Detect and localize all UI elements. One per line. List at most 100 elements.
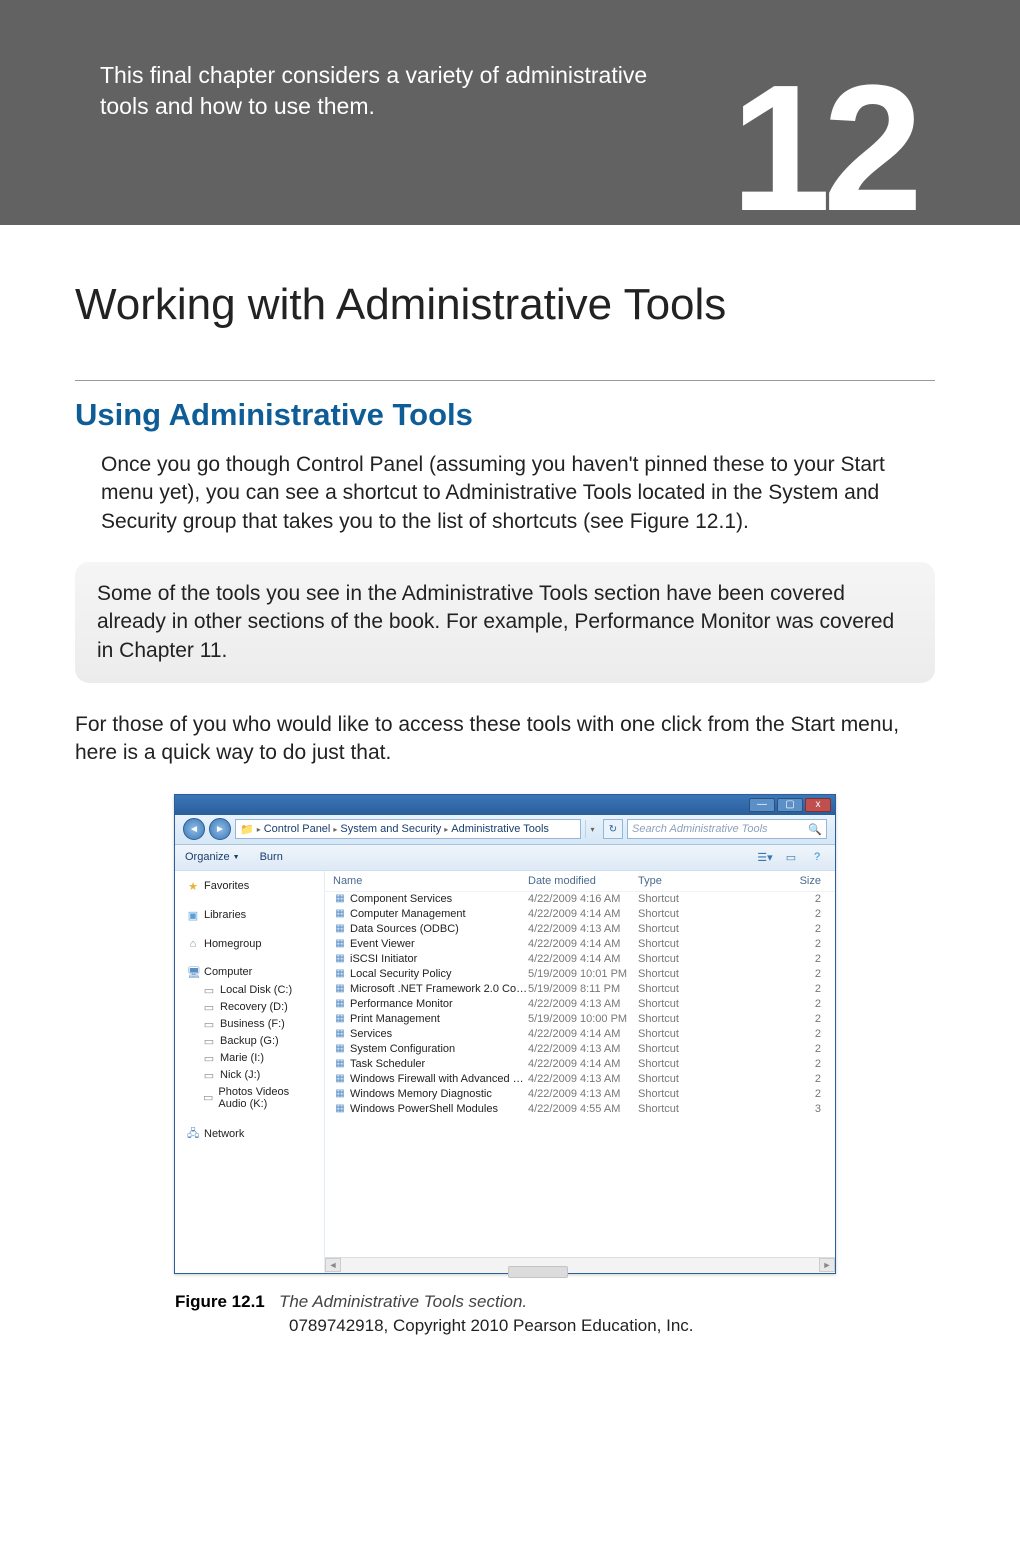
list-item[interactable]: ▦Services4/22/2009 4:14 AMShortcut2 [325, 1027, 835, 1042]
chevron-down-icon: ▼ [233, 854, 240, 861]
shortcut-icon: ▦ [333, 1043, 347, 1055]
list-item[interactable]: ▦iSCSI Initiator4/22/2009 4:14 AMShortcu… [325, 952, 835, 967]
nav-forward-button[interactable]: ► [209, 818, 231, 840]
note-box: Some of the tools you see in the Adminis… [75, 562, 935, 683]
breadcrumb[interactable]: 📁 ▸ Control Panel ▸ System and Security … [235, 819, 581, 839]
column-name[interactable]: Name [333, 875, 528, 887]
page-title: Working with Administrative Tools [75, 280, 935, 330]
nav-drive-item[interactable]: ▭Marie (I:) [175, 1050, 324, 1067]
network-icon: 🖧 [187, 1125, 199, 1144]
column-date[interactable]: Date modified [528, 875, 638, 887]
address-bar: ◄ ► 📁 ▸ Control Panel ▸ System and Secur… [175, 815, 835, 845]
drive-icon: ▭ [203, 1069, 215, 1082]
file-list: Name Date modified Type Size ▦Component … [325, 871, 835, 1273]
drive-icon: ▭ [203, 1052, 215, 1065]
column-type[interactable]: Type [638, 875, 718, 887]
nav-drive-item[interactable]: ▭Backup (G:) [175, 1033, 324, 1050]
organize-menu[interactable]: Organize ▼ [185, 851, 240, 863]
folder-icon: 📁 [240, 823, 254, 836]
nav-drive-item[interactable]: ▭Nick (J:) [175, 1067, 324, 1084]
scroll-left-icon[interactable]: ◄ [325, 1258, 341, 1272]
list-item[interactable]: ▦Data Sources (ODBC)4/22/2009 4:13 AMSho… [325, 922, 835, 937]
shortcut-icon: ▦ [333, 983, 347, 995]
shortcut-icon: ▦ [333, 1058, 347, 1070]
list-item[interactable]: ▦Task Scheduler4/22/2009 4:14 AMShortcut… [325, 1057, 835, 1072]
list-item[interactable]: ▦Computer Management4/22/2009 4:14 AMSho… [325, 907, 835, 922]
figure-description: The Administrative Tools section. [279, 1292, 527, 1311]
shortcut-icon: ▦ [333, 923, 347, 935]
preview-pane-button[interactable]: ▭ [783, 849, 799, 865]
drive-icon: ▭ [203, 1018, 215, 1031]
shortcut-icon: ▦ [333, 1103, 347, 1115]
nav-drive-item[interactable]: ▭Business (F:) [175, 1016, 324, 1033]
shortcut-icon: ▦ [333, 908, 347, 920]
view-menu[interactable]: ☰▾ [757, 849, 773, 865]
divider [75, 380, 935, 381]
nav-homegroup[interactable]: ⌂Homegroup [175, 935, 324, 953]
scroll-thumb[interactable] [508, 1266, 568, 1278]
column-headers[interactable]: Name Date modified Type Size [325, 871, 835, 892]
horizontal-scrollbar[interactable]: ◄ ► [325, 1257, 835, 1273]
paragraph: Once you go though Control Panel (assumi… [101, 451, 935, 536]
help-button[interactable]: ? [809, 849, 825, 865]
shortcut-icon: ▦ [333, 998, 347, 1010]
list-item[interactable]: ▦Performance Monitor4/22/2009 4:13 AMSho… [325, 997, 835, 1012]
nav-drive-item[interactable]: ▭Local Disk (C:) [175, 982, 324, 999]
drive-icon: ▭ [203, 984, 215, 997]
nav-network[interactable]: 🖧Network [175, 1122, 324, 1147]
shortcut-icon: ▦ [333, 1088, 347, 1100]
drive-icon: ▭ [203, 1035, 215, 1048]
computer-icon: 🖥 [187, 966, 199, 979]
libraries-icon: ▣ [187, 909, 199, 922]
list-item[interactable]: ▦Windows PowerShell Modules4/22/2009 4:5… [325, 1102, 835, 1117]
breadcrumb-item[interactable]: Administrative Tools [451, 823, 549, 835]
chevron-right-icon: ▸ [257, 825, 261, 834]
list-item[interactable]: ▦Windows Firewall with Advanced Security… [325, 1072, 835, 1087]
banner-text: This final chapter considers a variety o… [100, 60, 660, 122]
section-heading: Using Administrative Tools [75, 397, 935, 433]
search-placeholder: Search Administrative Tools [632, 823, 768, 835]
list-item[interactable]: ▦System Configuration4/22/2009 4:13 AMSh… [325, 1042, 835, 1057]
address-dropdown[interactable]: ▾ [585, 820, 599, 838]
paragraph: For those of you who would like to acces… [75, 711, 935, 768]
titlebar: — ▢ x [175, 795, 835, 815]
navigation-pane: ★Favorites ▣Libraries ⌂Homegroup 🖥Comput… [175, 871, 325, 1273]
list-item[interactable]: ▦Local Security Policy5/19/2009 10:01 PM… [325, 967, 835, 982]
explorer-window: — ▢ x ◄ ► 📁 ▸ Control Panel ▸ System and… [174, 794, 836, 1274]
list-item[interactable]: ▦Print Management5/19/2009 10:00 PMShort… [325, 1012, 835, 1027]
drive-icon: ▭ [203, 1091, 213, 1104]
nav-libraries[interactable]: ▣Libraries [175, 906, 324, 925]
nav-drive-item[interactable]: ▭Recovery (D:) [175, 999, 324, 1016]
toolbar: Organize ▼ Burn ☰▾ ▭ ? [175, 845, 835, 871]
shortcut-icon: ▦ [333, 968, 347, 980]
list-item[interactable]: ▦Microsoft .NET Framework 2.0 Configurat… [325, 982, 835, 997]
nav-back-button[interactable]: ◄ [183, 818, 205, 840]
chapter-number: 12 [731, 45, 915, 252]
minimize-button[interactable]: — [749, 798, 775, 812]
search-input[interactable]: Search Administrative Tools 🔍 [627, 819, 827, 839]
column-size[interactable]: Size [718, 875, 827, 887]
breadcrumb-item[interactable]: System and Security [340, 823, 441, 835]
shortcut-icon: ▦ [333, 1013, 347, 1025]
nav-favorites[interactable]: ★Favorites [175, 877, 324, 896]
burn-button[interactable]: Burn [260, 851, 283, 863]
nav-computer[interactable]: 🖥Computer [175, 963, 324, 982]
figure-label: Figure 12.1 [175, 1292, 265, 1311]
list-item[interactable]: ▦Windows Memory Diagnostic4/22/2009 4:13… [325, 1087, 835, 1102]
shortcut-icon: ▦ [333, 1073, 347, 1085]
close-button[interactable]: x [805, 798, 831, 812]
shortcut-icon: ▦ [333, 953, 347, 965]
homegroup-icon: ⌂ [187, 938, 199, 950]
nav-drive-item[interactable]: ▭Photos Videos Audio (K:) [175, 1084, 324, 1112]
maximize-button[interactable]: ▢ [777, 798, 803, 812]
copyright-line: 0789742918, Copyright 2010 Pearson Educa… [289, 1316, 935, 1336]
search-icon: 🔍 [808, 823, 822, 836]
shortcut-icon: ▦ [333, 938, 347, 950]
chapter-banner: This final chapter considers a variety o… [0, 0, 1020, 225]
list-item[interactable]: ▦Component Services4/22/2009 4:16 AMShor… [325, 892, 835, 907]
chevron-right-icon: ▸ [333, 825, 337, 834]
list-item[interactable]: ▦Event Viewer4/22/2009 4:14 AMShortcut2 [325, 937, 835, 952]
breadcrumb-item[interactable]: Control Panel [264, 823, 331, 835]
refresh-button[interactable]: ↻ [603, 819, 623, 839]
scroll-right-icon[interactable]: ► [819, 1258, 835, 1272]
